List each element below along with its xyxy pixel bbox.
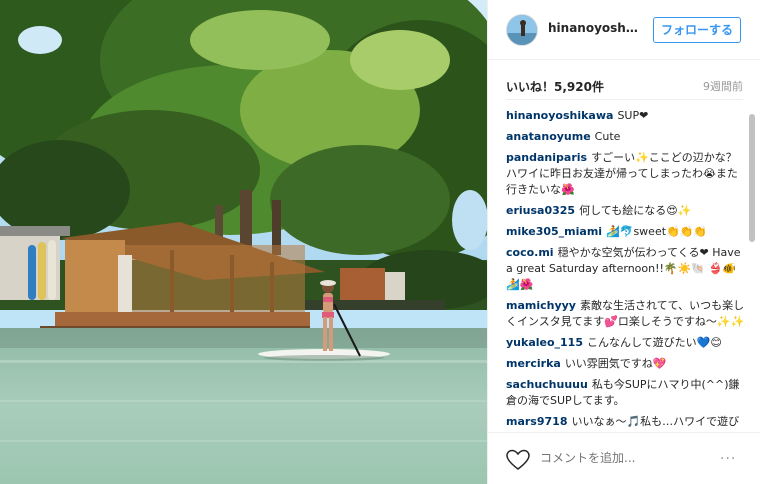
comment-username[interactable]: mars9718 <box>506 415 567 428</box>
comment-item: sachuchuuuu 私も今SUPにハマり中(^^)鎌倉の海でSUPしてます。 <box>506 377 746 409</box>
comment-item: pandaniparis すごーい✨ここどの辺かな？ハワイに昨日お友達が帰ってしま… <box>506 150 746 198</box>
add-comment-input[interactable] <box>540 451 710 465</box>
post-timestamp[interactable]: 9週間前 <box>703 78 743 94</box>
comment-item: yukaleo_115 こんなんして遊びたい💙😊 <box>506 335 746 351</box>
post-photo[interactable] <box>0 0 487 484</box>
comment-username[interactable]: hinanoyoshikawa <box>506 109 613 122</box>
post-footer: ··· <box>488 432 760 484</box>
comment-item: mercirka いい雰囲気ですね💖 <box>506 356 746 372</box>
comment-item: mars9718いいなぁ〜🎵私も…ハワイで遊びたい〜🌺 <box>506 414 746 430</box>
scrollbar-thumb[interactable] <box>749 114 755 242</box>
comment-text: Cute <box>594 130 621 143</box>
avatar-image <box>507 15 537 45</box>
comment-username[interactable]: coco.mi <box>506 246 554 259</box>
comment-text: 🏄🐬sweet👏👏👏 <box>606 225 708 238</box>
avatar[interactable] <box>506 14 538 46</box>
comment-item: coco.mi 穏やかな空気が伝わってくる❤ Have a great Satur… <box>506 245 746 293</box>
paddleboard-scene-image <box>0 0 487 484</box>
comment-username[interactable]: pandaniparis <box>506 151 587 164</box>
comment-item: mike305_miami 🏄🐬sweet👏👏👏 <box>506 224 746 240</box>
comment-item: hinanoyoshikawa SUP❤ <box>506 108 746 124</box>
comment-item: anatanoyume Cute <box>506 129 746 145</box>
comment-text: 何しても絵になる😍✨ <box>579 204 692 217</box>
comment-item: eriusa0325 何しても絵になる😍✨ <box>506 203 746 219</box>
more-options-icon[interactable]: ··· <box>720 451 736 467</box>
comment-text: SUP❤ <box>617 109 649 122</box>
comments-scrollbar[interactable] <box>749 106 756 430</box>
comment-text: こんなんして遊びたい💙😊 <box>587 336 722 349</box>
comment-username[interactable]: yukaleo_115 <box>506 336 583 349</box>
likes-count[interactable]: いいね！5,920件 <box>506 78 604 95</box>
follow-button[interactable]: フォローする <box>653 17 741 43</box>
comment-item: mamichyyy 素敵な生活されてて、いつも楽しくインスタ見てます💕ロ楽しそうで… <box>506 298 746 330</box>
comments-list[interactable]: hinanoyoshikawa SUP❤ anatanoyume Cute pand… <box>506 108 746 430</box>
comment-username[interactable]: sachuchuuuu <box>506 378 588 391</box>
post-detail-panel: hinanoyoshika... フォローする いいね！5,920件 9週間前 … <box>487 0 760 484</box>
comment-username[interactable]: mamichyyy <box>506 299 576 312</box>
post-username[interactable]: hinanoyoshika... <box>548 21 640 35</box>
comment-username[interactable]: anatanoyume <box>506 130 591 143</box>
post-stats: いいね！5,920件 9週間前 <box>506 70 743 100</box>
comment-username[interactable]: mike305_miami <box>506 225 602 238</box>
comment-username[interactable]: mercirka <box>506 357 561 370</box>
post-header: hinanoyoshika... フォローする <box>488 0 760 60</box>
comment-username[interactable]: eriusa0325 <box>506 204 575 217</box>
comment-text: いい雰囲気ですね💖 <box>564 357 667 370</box>
heart-outline-icon[interactable] <box>506 449 530 471</box>
